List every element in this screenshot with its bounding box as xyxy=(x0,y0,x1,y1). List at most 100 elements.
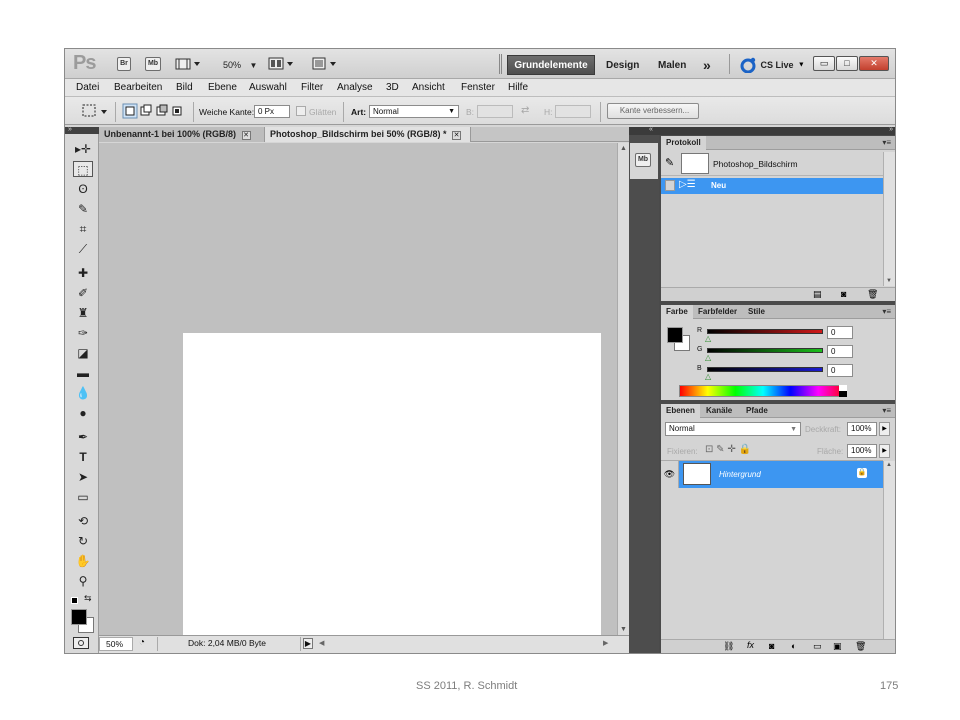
lock-icons[interactable]: ⊡ ✎ ✛ 🔒 xyxy=(705,444,751,455)
tab-kanaele[interactable]: Kanäle xyxy=(701,404,737,418)
document-canvas[interactable] xyxy=(183,333,601,636)
arrange-documents-button[interactable] xyxy=(268,56,296,77)
new-group-icon[interactable]: ▭ xyxy=(813,641,822,652)
menu-bearbeiten[interactable]: Bearbeiten xyxy=(114,82,162,93)
swap-colors-icon[interactable]: ⇆ xyxy=(84,593,92,604)
move-tool-icon[interactable]: ▸✛ xyxy=(73,141,93,157)
menu-auswahl[interactable]: Auswahl xyxy=(249,82,287,93)
scroll-up-icon[interactable]: ▲ xyxy=(886,462,892,468)
rectangle-tool-icon[interactable]: ▭ xyxy=(73,489,93,505)
clone-stamp-tool-icon[interactable]: ♜ xyxy=(73,305,93,321)
menu-analyse[interactable]: Analyse xyxy=(337,82,373,93)
scroll-right-icon[interactable]: ▶ xyxy=(603,639,608,647)
zoom-field[interactable]: 50% xyxy=(99,637,133,651)
lasso-tool-icon[interactable]: ʘ xyxy=(73,181,93,197)
screen-mode-button[interactable] xyxy=(311,56,339,77)
blue-slider[interactable] xyxy=(707,367,823,372)
tab-protokoll[interactable]: Protokoll xyxy=(661,136,706,150)
slider-handle-icon[interactable]: △ xyxy=(705,334,711,343)
crop-tool-icon[interactable]: ⌗ xyxy=(73,221,93,237)
ramp-black-swatch[interactable] xyxy=(839,391,847,397)
foreground-color-swatch[interactable] xyxy=(71,609,87,625)
scroll-down-icon[interactable]: ▼ xyxy=(886,278,892,284)
history-snapshot-row[interactable]: ✎ Photoshop_Bildschirm xyxy=(661,152,883,176)
maximize-button[interactable]: □ xyxy=(836,56,858,71)
menu-bild[interactable]: Bild xyxy=(176,82,193,93)
scroll-down-icon[interactable]: ▼ xyxy=(620,626,627,633)
layers-scrollbar[interactable]: ▲ xyxy=(883,461,895,639)
canvas-area[interactable] xyxy=(99,143,617,636)
menu-3d[interactable]: 3D xyxy=(386,82,399,93)
zoom-level-button[interactable]: 50% ▼ xyxy=(223,60,257,70)
smooth-checkbox[interactable] xyxy=(296,106,306,116)
green-slider[interactable] xyxy=(707,348,823,353)
feather-input[interactable]: 0 Px xyxy=(254,105,290,118)
height-input[interactable] xyxy=(555,105,591,118)
layer-row-hintergrund[interactable]: 👁 Hintergrund 🔒 xyxy=(661,461,883,488)
workspace-malen[interactable]: Malen xyxy=(658,60,686,71)
fill-input[interactable]: 100% xyxy=(847,444,877,458)
red-value-input[interactable]: 0 xyxy=(827,326,853,339)
width-input[interactable] xyxy=(477,105,513,118)
panels-header[interactable] xyxy=(659,127,895,135)
minimize-button[interactable]: ▭ xyxy=(813,56,835,71)
layer-style-icon[interactable]: fx xyxy=(747,640,754,650)
trash-icon[interactable]: 🗑 xyxy=(855,641,866,652)
history-scrollbar[interactable]: ▼ xyxy=(883,152,895,286)
link-layers-icon[interactable]: ⛓ xyxy=(723,641,734,652)
new-snapshot-icon[interactable]: ◙ xyxy=(841,289,846,299)
expand-icon[interactable]: » xyxy=(68,126,72,133)
new-document-from-state-icon[interactable]: ▤ xyxy=(813,289,822,300)
fill-slider-icon[interactable]: ▶ xyxy=(879,444,890,458)
3d-orbit-tool-icon[interactable]: ↻ xyxy=(73,533,93,549)
history-source-checkbox[interactable] xyxy=(665,180,675,191)
bridge-button[interactable]: Br xyxy=(117,57,131,71)
history-brush-tool-icon[interactable]: ✑ xyxy=(73,325,93,341)
trash-icon[interactable]: 🗑 xyxy=(867,289,878,300)
3d-rotate-tool-icon[interactable]: ⟲ xyxy=(73,513,93,529)
collapse-panels-icon[interactable]: » xyxy=(889,126,893,133)
swap-dimensions-icon[interactable]: ⇄ xyxy=(521,105,529,116)
tool-preset-picker[interactable] xyxy=(81,103,113,124)
history-step-row[interactable]: ▷☰ Neu xyxy=(661,178,883,194)
default-colors-icon[interactable] xyxy=(71,597,78,604)
gradient-tool-icon[interactable]: ▬ xyxy=(73,365,93,381)
close-icon[interactable]: ✕ xyxy=(241,131,251,140)
healing-brush-tool-icon[interactable]: ✚ xyxy=(73,265,93,281)
eyedropper-tool-icon[interactable]: ⟋ xyxy=(73,241,93,257)
menu-filter[interactable]: Filter xyxy=(301,82,323,93)
mini-bridge-panel-icon[interactable]: Mb xyxy=(635,153,651,167)
blur-tool-icon[interactable]: 💧 xyxy=(73,385,93,401)
menu-ebene[interactable]: Ebene xyxy=(208,82,237,93)
view-extras-button[interactable] xyxy=(175,56,203,72)
opacity-input[interactable]: 100% xyxy=(847,422,877,436)
zoom-tool-icon[interactable]: ⚲ xyxy=(73,573,93,589)
color-ramp[interactable] xyxy=(679,385,847,397)
green-value-input[interactable]: 0 xyxy=(827,345,853,358)
opacity-slider-icon[interactable]: ▶ xyxy=(879,422,890,436)
menu-fenster[interactable]: Fenster xyxy=(461,82,495,93)
history-brush-source-icon[interactable]: ✎ xyxy=(665,156,674,169)
scroll-left-icon[interactable]: ◀ xyxy=(319,639,324,647)
slider-handle-icon[interactable]: △ xyxy=(705,372,711,381)
marquee-tool-icon[interactable]: ⬚ xyxy=(73,161,93,177)
workspace-design[interactable]: Design xyxy=(606,60,639,71)
menu-datei[interactable]: Datei xyxy=(76,82,99,93)
panel-menu-icon[interactable]: ▾≡ xyxy=(882,406,891,415)
dodge-tool-icon[interactable]: ● xyxy=(73,405,93,421)
close-window-button[interactable]: ✕ xyxy=(859,56,889,71)
hand-tool-icon[interactable]: ✋ xyxy=(73,553,93,569)
selection-mode-buttons[interactable] xyxy=(122,103,190,124)
tab-photoshop-bildschirm[interactable]: Photoshop_Bildschirm bei 50% (RGB/8) * ✕ xyxy=(265,127,471,142)
tab-farbfelder[interactable]: Farbfelder xyxy=(693,305,742,319)
workspace-grip[interactable] xyxy=(499,54,502,74)
vertical-scrollbar[interactable]: ▲ ▼ xyxy=(617,143,629,635)
tab-stile[interactable]: Stile xyxy=(743,305,770,319)
layer-name[interactable]: Hintergrund xyxy=(719,470,761,479)
tab-unbenannt[interactable]: Unbenannt-1 bei 100% (RGB/8) ✕ xyxy=(99,127,265,142)
quick-selection-tool-icon[interactable]: ✎ xyxy=(73,201,93,217)
panel-menu-icon[interactable]: ▾≡ xyxy=(882,138,891,147)
tab-pfade[interactable]: Pfade xyxy=(741,404,773,418)
eye-icon[interactable]: 👁 xyxy=(661,461,679,488)
menu-hilfe[interactable]: Hilfe xyxy=(508,82,528,93)
